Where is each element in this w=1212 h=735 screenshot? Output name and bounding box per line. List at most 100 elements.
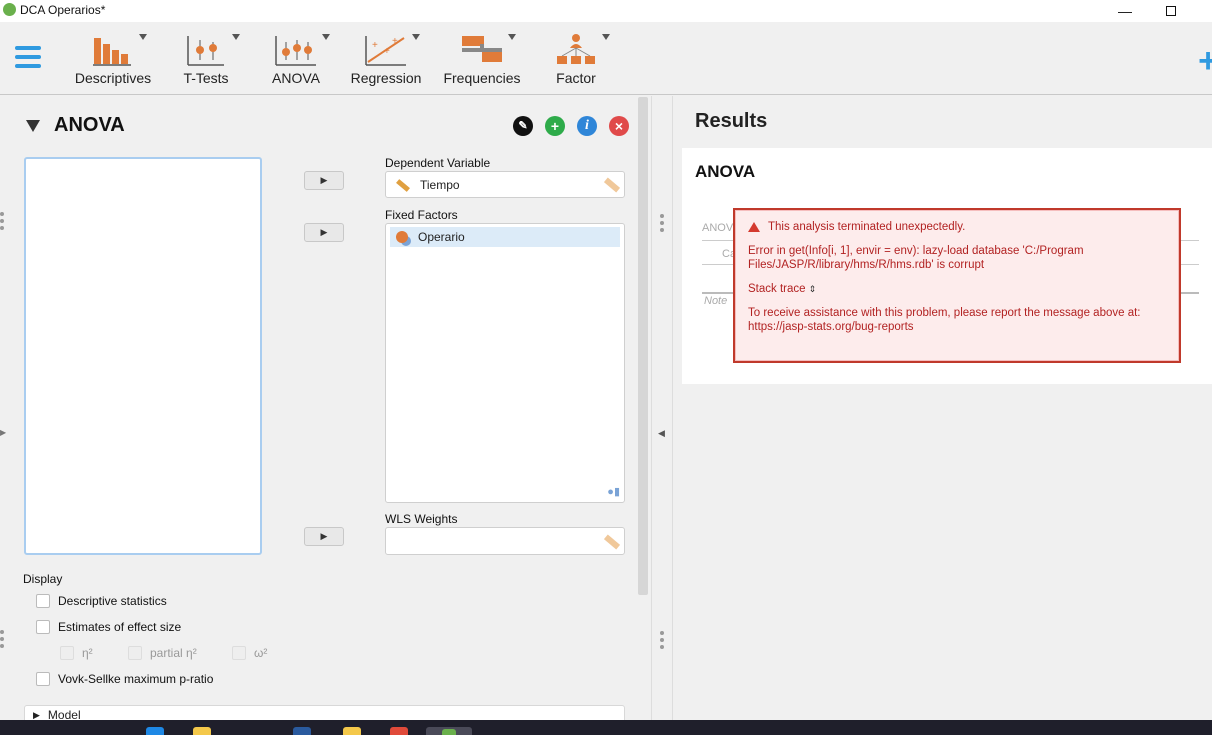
edit-title-button[interactable]: ✎: [513, 116, 533, 136]
jasp-app-icon: [3, 3, 16, 16]
stack-trace-toggle[interactable]: Stack trace ⇕: [748, 282, 1166, 296]
menu-hamburger-icon[interactable]: [15, 46, 41, 72]
dependent-variable-label: Dependent Variable: [385, 156, 491, 170]
store-taskbar-icon[interactable]: [293, 727, 311, 735]
omega-squared-checkbox: ω²: [232, 646, 267, 660]
window-title: DCA Operarios*: [20, 3, 106, 17]
ghost-table-note: Note: [704, 295, 728, 307]
checkbox-box[interactable]: [36, 594, 50, 608]
minimize-button[interactable]: —: [1102, 0, 1148, 22]
collapse-triangle-icon[interactable]: [26, 120, 40, 132]
available-variables-list[interactable]: [24, 157, 262, 555]
bug-report-link[interactable]: https://jasp-stats.org/bug-reports: [748, 321, 914, 333]
arrow-right-icon: ▶: [320, 227, 328, 237]
ribbon-factor-label: Factor: [556, 70, 596, 86]
wls-weights-box[interactable]: [385, 527, 625, 555]
maximize-button[interactable]: [1148, 0, 1194, 22]
results-anova-heading: ANOVA: [695, 162, 756, 181]
duplicate-analysis-button[interactable]: +: [545, 116, 565, 136]
chevron-down-icon: [232, 34, 240, 40]
results-card: ANOVA ANOV Ca Note This analysis termina…: [682, 148, 1212, 384]
error-message-box: This analysis terminated unexpectedly. E…: [733, 208, 1181, 363]
checkbox-box: [60, 646, 74, 660]
svg-text:+: +: [372, 40, 378, 51]
help-text: To receive assistance with this problem,…: [748, 307, 1141, 319]
expand-collapse-icon: ⇕: [808, 284, 817, 294]
scale-type-icon: [603, 534, 621, 550]
ribbon-toolbar: Descriptives T-Tests ANOVA + + + Regressio…: [0, 22, 1212, 95]
ribbon-regression-label: Regression: [350, 70, 422, 86]
error-message: Error in get(Info[i, 1], envir = env): l…: [748, 245, 1084, 271]
vovk-sellke-checkbox[interactable]: Vovk-Sellke maximum p-ratio: [36, 672, 213, 686]
analysis-options-panel: ANOVA ✎ + i × ▶ ▶ ▶ Dependent Variable T…: [10, 96, 634, 725]
chevron-down-icon: [139, 34, 147, 40]
svg-text:+: +: [384, 46, 390, 57]
svg-text:+: +: [392, 36, 398, 47]
pencil-icon: ✎: [518, 119, 528, 132]
move-to-dependent-button[interactable]: ▶: [304, 171, 344, 190]
fixed-factor-item: Operario: [418, 230, 465, 244]
scale-ruler-icon: [396, 178, 410, 192]
checkbox-label: ω²: [254, 646, 268, 660]
nominal-variable-icon: [396, 231, 408, 243]
left-drag-handle-lower[interactable]: [0, 630, 4, 651]
dependent-variable-value: Tiempo: [420, 178, 460, 192]
results-panel: Results ANOVA ANOV Ca Note This analysis…: [674, 96, 1212, 720]
bar-chart-icon: [93, 38, 131, 66]
descriptive-statistics-checkbox[interactable]: Descriptive statistics: [36, 594, 167, 608]
move-to-wls-button[interactable]: ▶: [304, 527, 344, 546]
folder-taskbar-icon[interactable]: [343, 727, 361, 735]
checkbox-label: Estimates of effect size: [58, 620, 182, 634]
ribbon-regression-button[interactable]: + + + Regression: [346, 30, 426, 92]
move-to-fixed-factors-button[interactable]: ▶: [304, 223, 344, 242]
list-item[interactable]: Tiempo: [390, 175, 620, 195]
fixed-factors-label: Fixed Factors: [385, 208, 458, 222]
results-title: Results: [695, 110, 768, 132]
allowed-types-icon: ●▮: [607, 486, 620, 498]
panel-splitter[interactable]: ◀: [651, 96, 673, 720]
checkbox-box: [232, 646, 246, 660]
effect-size-checkbox[interactable]: Estimates of effect size: [36, 620, 181, 634]
title-bar: DCA Operarios* —: [0, 0, 1212, 22]
ribbon-ttests-button[interactable]: T-Tests: [176, 30, 240, 92]
ribbon-frequencies-button[interactable]: Frequencies: [440, 30, 524, 92]
info-icon: i: [585, 118, 589, 133]
ribbon-factor-button[interactable]: Factor: [546, 30, 610, 92]
checkbox-box[interactable]: [36, 672, 50, 686]
ribbon-anova-label: ANOVA: [272, 70, 320, 86]
chrome-taskbar-icon[interactable]: [390, 727, 408, 735]
checkbox-box[interactable]: [36, 620, 50, 634]
factor-icon: [557, 34, 595, 64]
left-expand-arrow-icon[interactable]: ▶: [0, 428, 6, 437]
anova-icon: [275, 36, 316, 66]
options-scrollbar[interactable]: [636, 97, 650, 719]
plus-circle-icon: +: [550, 118, 560, 134]
left-drag-handle[interactable]: [0, 212, 4, 233]
fixed-factors-box[interactable]: Operario ●▮: [385, 223, 625, 503]
minimize-icon: —: [1118, 3, 1132, 19]
ribbon-descriptives-button[interactable]: Descriptives: [70, 30, 156, 92]
partial-eta-squared-checkbox: partial η²: [128, 646, 197, 660]
wls-weights-label: WLS Weights: [385, 512, 458, 526]
chevron-down-icon: [322, 34, 330, 40]
regression-icon: +++: [365, 36, 406, 66]
eta-squared-checkbox: η²: [60, 646, 93, 660]
splitter-handle-icon: [660, 631, 664, 652]
ribbon-descriptives-label: Descriptives: [74, 70, 152, 86]
ribbon-anova-button[interactable]: ANOVA: [266, 30, 330, 92]
arrow-right-icon: ▶: [320, 175, 328, 185]
close-analysis-button[interactable]: ×: [609, 116, 629, 136]
scrollbar-thumb[interactable]: [638, 97, 648, 595]
list-item[interactable]: Operario: [390, 227, 620, 247]
add-module-plus-icon[interactable]: +: [1198, 44, 1212, 78]
dependent-variable-box[interactable]: Tiempo: [385, 171, 625, 198]
expand-triangle-icon: ▶: [33, 709, 40, 720]
splitter-handle-icon: [660, 214, 664, 235]
warning-icon: [748, 222, 760, 232]
collapse-left-arrow-icon[interactable]: ◀: [658, 428, 665, 439]
edge-taskbar-icon[interactable]: [146, 727, 164, 735]
info-button[interactable]: i: [577, 116, 597, 136]
jasp-taskbar-icon[interactable]: [426, 727, 472, 735]
close-icon: ×: [614, 118, 624, 134]
explorer-taskbar-icon[interactable]: [193, 727, 211, 735]
